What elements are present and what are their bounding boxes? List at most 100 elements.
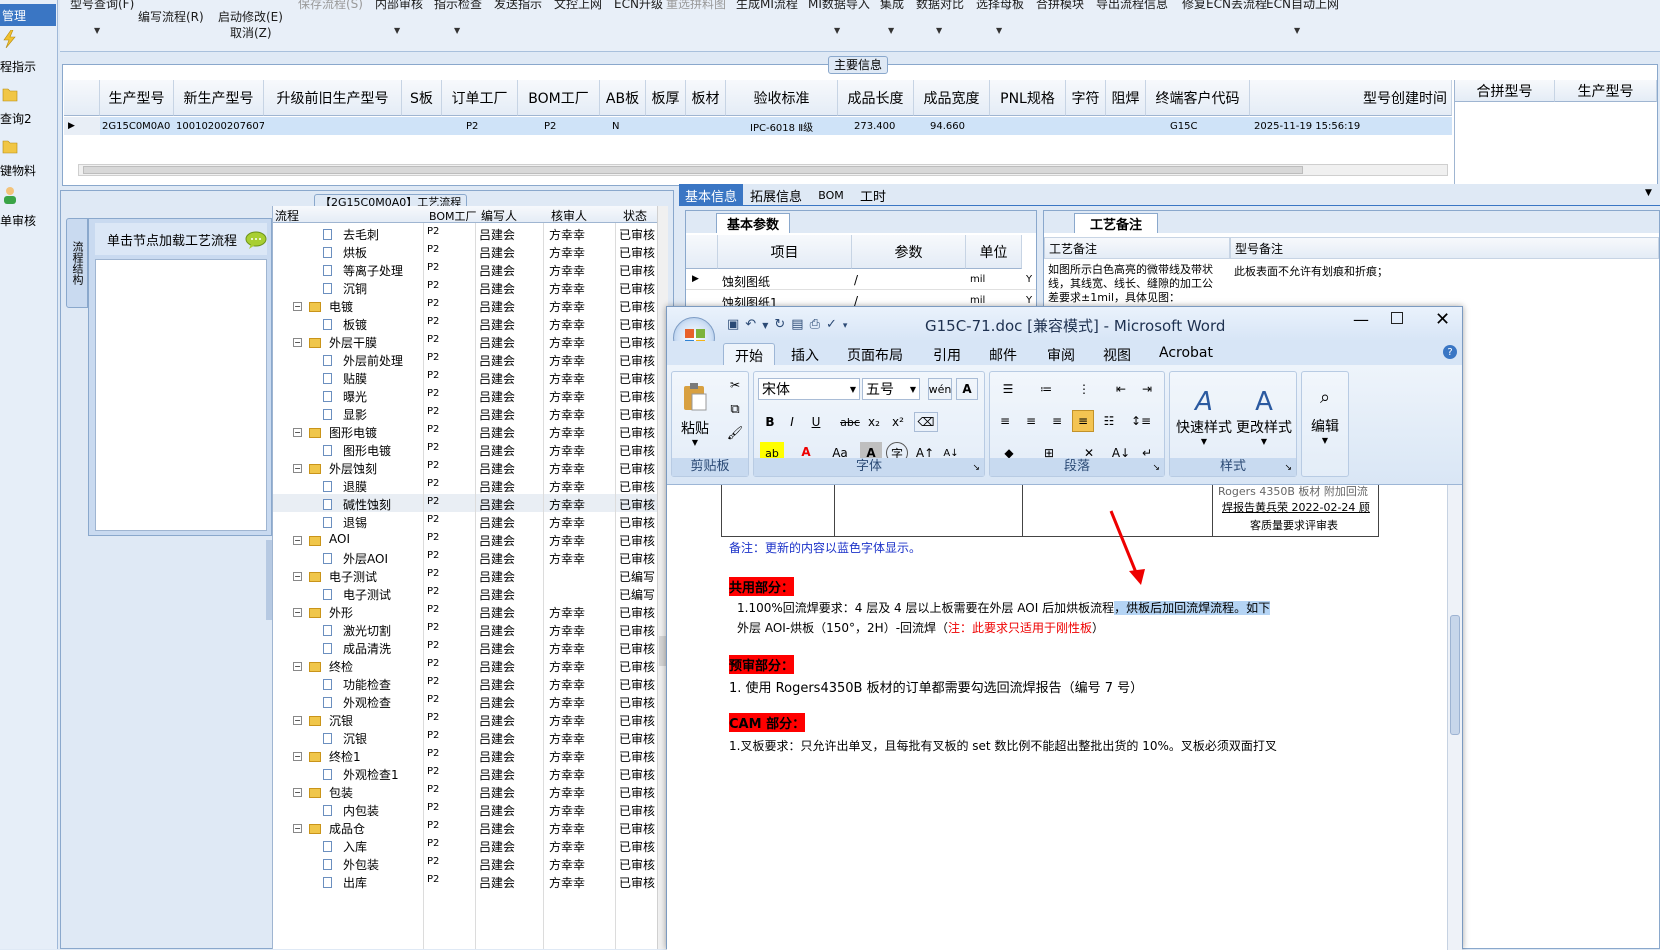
- tree-folder-row[interactable]: − 成品仓 P2 吕建会 方幸幸 已审核: [273, 818, 668, 836]
- tree-leaf-row[interactable]: 外层AOI P2 吕建会 方幸幸 已审核: [273, 548, 668, 566]
- format-painter-icon[interactable]: 🖌: [726, 424, 744, 442]
- collapse-icon[interactable]: −: [293, 569, 302, 583]
- help-icon[interactable]: ?: [1443, 345, 1457, 359]
- scrollbar-thumb[interactable]: [1450, 615, 1460, 735]
- chevron-down-icon[interactable]: ▼: [94, 26, 100, 35]
- font-name-select[interactable]: 宋体 ▼: [758, 378, 860, 400]
- underline-button[interactable]: U: [806, 412, 826, 432]
- tree-leaf-row[interactable]: 入库 P2 吕建会 方幸幸 已审核: [273, 836, 668, 854]
- phonetic-guide-icon[interactable]: wén: [928, 378, 952, 400]
- tab-flow-structure[interactable]: 流程结构: [66, 218, 88, 308]
- tree-folder-row[interactable]: − 包装 P2 吕建会 方幸幸 已审核: [273, 782, 668, 800]
- spelling-icon[interactable]: ✓: [826, 317, 843, 332]
- cell-ab[interactable]: N: [612, 117, 642, 135]
- cell-created-time[interactable]: 2025-11-19 15:56:19: [1254, 117, 1444, 135]
- tree-leaf-row[interactable]: 外包装 P2 吕建会 方幸幸 已审核: [273, 854, 668, 872]
- tree-leaf-row[interactable]: 内包装 P2 吕建会 方幸幸 已审核: [273, 800, 668, 818]
- cell-customer-code[interactable]: G15C: [1170, 117, 1230, 135]
- collapse-icon[interactable]: −: [293, 659, 302, 673]
- scrollbar-thumb[interactable]: [83, 166, 1303, 174]
- tab-basic-info[interactable]: 基本信息: [679, 184, 743, 206]
- tab-process-remark[interactable]: 工艺备注: [1074, 213, 1158, 233]
- tree-leaf-row[interactable]: 沉铜 P2 吕建会 方幸幸 已审核: [273, 278, 668, 296]
- clear-format-icon[interactable]: ⌫: [914, 412, 938, 432]
- toolbar-ecn-auto-online[interactable]: ECN自动上网: [1266, 0, 1339, 12]
- dialog-launcher-icon[interactable]: ↘: [1152, 463, 1160, 473]
- col-header[interactable]: 型号备注: [1230, 237, 1659, 259]
- tab-view[interactable]: 视图: [1103, 345, 1131, 365]
- close-button[interactable]: ✕: [1435, 309, 1450, 330]
- line-spacing-icon[interactable]: ↕≡: [1126, 410, 1156, 432]
- tree-folder-row[interactable]: − 外层干膜 P2 吕建会 方幸幸 已审核: [273, 332, 668, 350]
- tree-leaf-row[interactable]: 外层前处理 P2 吕建会 方幸幸 已审核: [273, 350, 668, 368]
- col-header[interactable]: 字符: [1066, 80, 1106, 116]
- tree-leaf-row[interactable]: 电子测试 P2 吕建会 已编写: [273, 584, 668, 602]
- quick-styles-button[interactable]: A 快速样式 ▼: [1174, 376, 1234, 456]
- tree-leaf-row[interactable]: 退膜 P2 吕建会 方幸幸 已审核: [273, 476, 668, 494]
- cell-order-factory[interactable]: P2: [466, 117, 506, 135]
- nav-selected-item[interactable]: 管理: [0, 4, 56, 26]
- tab-review[interactable]: 审阅: [1047, 345, 1075, 365]
- col-header[interactable]: 流程: [275, 207, 299, 224]
- col-header[interactable]: 验收标准: [726, 80, 838, 116]
- toolbar-ecn-upgrade[interactable]: ECN升级: [614, 0, 663, 12]
- horizontal-scrollbar[interactable]: [78, 164, 1448, 176]
- cell-bom-factory[interactable]: P2: [544, 117, 584, 135]
- tab-extended-info[interactable]: 拓展信息: [745, 184, 807, 206]
- tree-leaf-row[interactable]: 显影 P2 吕建会 方幸幸 已审核: [273, 404, 668, 422]
- toolbar-save-flow[interactable]: 保存流程(S): [298, 0, 363, 12]
- nav-item-query2[interactable]: 查询2: [0, 84, 56, 127]
- undo-icon[interactable]: ↶: [745, 317, 762, 332]
- align-right-icon[interactable]: ≡: [1046, 410, 1068, 432]
- collapse-icon[interactable]: −: [293, 335, 302, 349]
- bold-button[interactable]: B: [760, 412, 780, 432]
- tree-leaf-row[interactable]: 曝光 P2 吕建会 方幸幸 已审核: [273, 386, 668, 404]
- tree-leaf-row[interactable]: 退锡 P2 吕建会 方幸幸 已审核: [273, 512, 668, 530]
- chevron-down-icon[interactable]: ▼: [1294, 26, 1300, 35]
- toolbar-send-instruction[interactable]: 发送指示: [494, 0, 542, 12]
- redo-icon[interactable]: ↻: [774, 317, 791, 332]
- save-icon[interactable]: ▣: [727, 317, 745, 332]
- superscript-button[interactable]: x²: [888, 412, 908, 432]
- col-header[interactable]: BOM工厂: [429, 208, 477, 224]
- distributed-icon[interactable]: ☷: [1098, 410, 1120, 432]
- chevron-down-icon[interactable]: ▼: [454, 26, 460, 35]
- justify-icon[interactable]: ≡: [1072, 410, 1094, 432]
- tree-leaf-row[interactable]: 板镀 P2 吕建会 方幸幸 已审核: [273, 314, 668, 332]
- toolbar-data-compare[interactable]: 数据对比: [916, 0, 964, 12]
- tree-leaf-row[interactable]: 去毛刺 P2 吕建会 方幸幸 已审核: [273, 224, 668, 242]
- customize-toolbar-icon[interactable]: ▾: [843, 321, 854, 331]
- toolbar-integrate[interactable]: 集成: [880, 0, 904, 12]
- quick-access-toolbar[interactable]: ▣↶▼↻▤⎙✓▾: [727, 317, 853, 332]
- col-header[interactable]: 单位: [966, 235, 1022, 269]
- chevron-down-icon[interactable]: ▼: [1645, 188, 1652, 198]
- toolbar-merge-module[interactable]: 合拼模块: [1036, 0, 1084, 12]
- col-header[interactable]: 参数: [852, 235, 966, 269]
- italic-button[interactable]: I: [782, 412, 802, 432]
- toolbar-mi-import[interactable]: MI数据导入: [808, 0, 870, 12]
- tab-home[interactable]: 开始: [723, 343, 775, 367]
- col-header[interactable]: 成品长度: [838, 80, 914, 116]
- col-header[interactable]: AB板: [600, 80, 646, 116]
- col-header[interactable]: 工艺备注: [1044, 237, 1230, 259]
- doc-vertical-scrollbar[interactable]: [1447, 485, 1462, 950]
- toolbar-write-flow[interactable]: 编写流程(R): [138, 8, 204, 25]
- tree-leaf-row[interactable]: 等离子处理 P2 吕建会 方幸幸 已审核: [273, 260, 668, 278]
- tree-folder-row[interactable]: − 沉银 P2 吕建会 方幸幸 已审核: [273, 710, 668, 728]
- toolbar-generate-mi[interactable]: 生成MI流程: [736, 0, 798, 12]
- increase-indent-icon[interactable]: ⇥: [1136, 378, 1158, 400]
- col-header[interactable]: 生产型号: [1555, 80, 1657, 102]
- tree-leaf-row[interactable]: 碱性蚀刻 P2 吕建会 方幸幸 已审核: [273, 494, 668, 512]
- col-header[interactable]: 核审人: [551, 207, 587, 224]
- tree-leaf-row[interactable]: 成品清洗 P2 吕建会 方幸幸 已审核: [273, 638, 668, 656]
- chevron-down-icon[interactable]: ▼: [762, 321, 774, 330]
- tree-leaf-row[interactable]: 外观检查 P2 吕建会 方幸幸 已审核: [273, 692, 668, 710]
- chevron-down-icon[interactable]: ▼: [394, 26, 400, 35]
- tree-folder-row[interactable]: − 终检 P2 吕建会 方幸幸 已审核: [273, 656, 668, 674]
- toolbar-model-query[interactable]: 型号查询(F): [70, 0, 134, 12]
- align-center-icon[interactable]: ≡: [1020, 410, 1042, 432]
- col-header[interactable]: PNL规格: [990, 80, 1066, 116]
- toolbar-instruction-check[interactable]: 指示检查: [434, 0, 482, 12]
- cell-standard[interactable]: IPC-6018 Ⅱ级: [750, 117, 840, 135]
- edit-button[interactable]: ⌕ 编辑 ▼: [1304, 376, 1346, 456]
